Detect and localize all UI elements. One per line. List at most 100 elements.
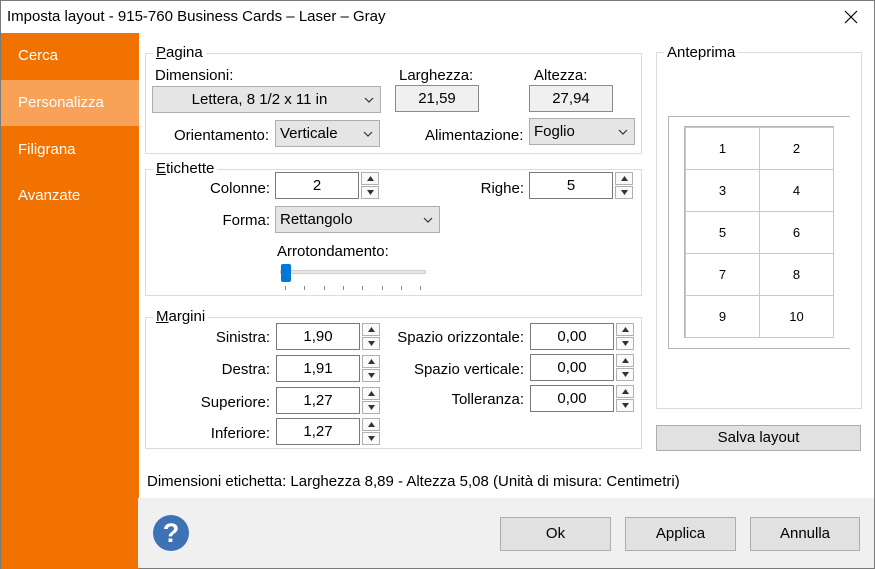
sinistra-decrement-button[interactable] <box>362 337 380 350</box>
spazio-verticale-input[interactable]: 0,00 <box>530 354 614 381</box>
arrow-up-icon <box>621 358 629 363</box>
anteprima-title: Anteprima <box>664 45 739 61</box>
sidebar-item-label: Avanzate <box>18 187 81 204</box>
slider-tick <box>401 286 402 290</box>
salva-layout-button[interactable]: Salva layout <box>656 425 861 451</box>
preview-label-cell: 10 <box>759 295 834 338</box>
arrow-down-icon <box>621 403 629 408</box>
arrow-down-icon <box>367 373 375 378</box>
larghezza-value: 21,59 <box>395 85 479 112</box>
destra-decrement-button[interactable] <box>362 369 380 382</box>
preview-label-grid: 1 2 3 4 5 6 7 8 9 10 <box>684 126 834 338</box>
superiore-input[interactable]: 1,27 <box>276 387 360 414</box>
spazio-orizzontale-decrement-button[interactable] <box>616 337 634 350</box>
close-button[interactable] <box>828 1 874 33</box>
righe-input[interactable]: 5 <box>529 172 613 199</box>
arrow-down-icon <box>367 436 375 441</box>
arrow-up-icon <box>367 391 375 396</box>
forma-label: Forma: <box>222 212 270 229</box>
destra-increment-button[interactable] <box>362 355 380 368</box>
spazio-verticale-decrement-button[interactable] <box>616 368 634 381</box>
preview-label-cell: 6 <box>759 211 834 254</box>
sinistra-label: Sinistra: <box>215 329 270 346</box>
title-bar: Imposta layout - 915-760 Business Cards … <box>1 1 874 33</box>
altezza-value: 27,94 <box>529 85 613 112</box>
sinistra-increment-button[interactable] <box>362 323 380 336</box>
preview-label-cell: 2 <box>759 127 834 170</box>
arrow-up-icon <box>367 422 375 427</box>
destra-input[interactable]: 1,91 <box>276 355 360 382</box>
colonne-stepper <box>361 172 379 199</box>
dimensioni-value: Lettera, 8 1/2 x 11 in <box>191 91 328 108</box>
inferiore-input[interactable]: 1,27 <box>276 418 360 445</box>
colonne-label: Colonne: <box>209 180 270 197</box>
spazio-orizzontale-increment-button[interactable] <box>616 323 634 336</box>
chevron-down-icon <box>423 217 433 223</box>
righe-increment-button[interactable] <box>615 172 633 185</box>
sinistra-input[interactable]: 1,90 <box>276 323 360 350</box>
arrow-up-icon <box>367 327 375 332</box>
inferiore-decrement-button[interactable] <box>362 432 380 445</box>
destra-label: Destra: <box>221 361 270 378</box>
tolleranza-increment-button[interactable] <box>616 385 634 398</box>
colonne-decrement-button[interactable] <box>361 186 379 199</box>
alimentazione-select[interactable]: Foglio <box>529 118 635 145</box>
tolleranza-input[interactable]: 0,00 <box>530 385 614 412</box>
spazio-verticale-label: Spazio verticale: <box>413 361 524 378</box>
arrotondamento-slider-thumb[interactable] <box>281 264 291 282</box>
colonne-increment-button[interactable] <box>361 172 379 185</box>
preview-label-cell: 7 <box>685 253 760 296</box>
help-icon[interactable]: ? <box>153 515 189 551</box>
arrow-down-icon <box>366 190 374 195</box>
tolleranza-label: Tolleranza: <box>451 391 524 408</box>
chevron-down-icon <box>364 97 374 103</box>
preview-label-cell: 9 <box>685 295 760 338</box>
dimensioni-select[interactable]: Lettera, 8 1/2 x 11 in <box>152 86 381 113</box>
larghezza-label: Larghezza: <box>399 67 474 84</box>
margini-group-title: Margini <box>153 309 209 325</box>
chevron-down-icon <box>618 129 628 135</box>
inferiore-stepper <box>362 418 380 445</box>
righe-stepper <box>615 172 633 199</box>
sidebar-item-label: Personalizza <box>18 94 104 111</box>
sidebar-item-personalizza[interactable]: Personalizza <box>1 80 139 126</box>
spazio-orizzontale-label: Spazio orizzontale: <box>397 329 524 346</box>
righe-decrement-button[interactable] <box>615 186 633 199</box>
annulla-button[interactable]: Annulla <box>750 517 860 551</box>
superiore-decrement-button[interactable] <box>362 401 380 414</box>
colonne-input[interactable]: 2 <box>275 172 359 199</box>
forma-select[interactable]: Rettangolo <box>275 206 440 233</box>
inferiore-label: Inferiore: <box>210 425 270 442</box>
alimentazione-label: Alimentazione: <box>425 127 524 144</box>
sidebar-item-cerca[interactable]: Cerca <box>1 33 139 79</box>
orientamento-label: Orientamento: <box>174 127 270 144</box>
spazio-orizzontale-input[interactable]: 0,00 <box>530 323 614 350</box>
arrotondamento-slider-track[interactable] <box>280 270 426 274</box>
dimensioni-label: Dimensioni: <box>155 67 234 84</box>
arrow-up-icon <box>366 176 374 181</box>
spazio-verticale-increment-button[interactable] <box>616 354 634 367</box>
sidebar-item-filigrana[interactable]: Filigrana <box>1 127 139 173</box>
alimentazione-value: Foglio <box>534 123 575 140</box>
slider-tick <box>304 286 305 290</box>
slider-tick <box>420 286 421 290</box>
sidebar-item-label: Filigrana <box>18 141 76 158</box>
superiore-label: Superiore: <box>200 394 270 411</box>
superiore-stepper <box>362 387 380 414</box>
arrow-down-icon <box>621 372 629 377</box>
preview-label-cell: 8 <box>759 253 834 296</box>
pagina-group-title: Pagina <box>153 45 206 61</box>
orientamento-select[interactable]: Verticale <box>275 120 380 147</box>
slider-tick <box>343 286 344 290</box>
applica-button[interactable]: Applica <box>625 517 736 551</box>
ok-button[interactable]: Ok <box>500 517 611 551</box>
inferiore-increment-button[interactable] <box>362 418 380 431</box>
spazio-orizzontale-stepper <box>616 323 634 350</box>
arrow-down-icon <box>367 341 375 346</box>
superiore-increment-button[interactable] <box>362 387 380 400</box>
tolleranza-decrement-button[interactable] <box>616 399 634 412</box>
destra-stepper <box>362 355 380 382</box>
sidebar-item-avanzate[interactable]: Avanzate <box>1 173 139 219</box>
slider-tick <box>362 286 363 290</box>
preview-label-cell: 4 <box>759 169 834 212</box>
